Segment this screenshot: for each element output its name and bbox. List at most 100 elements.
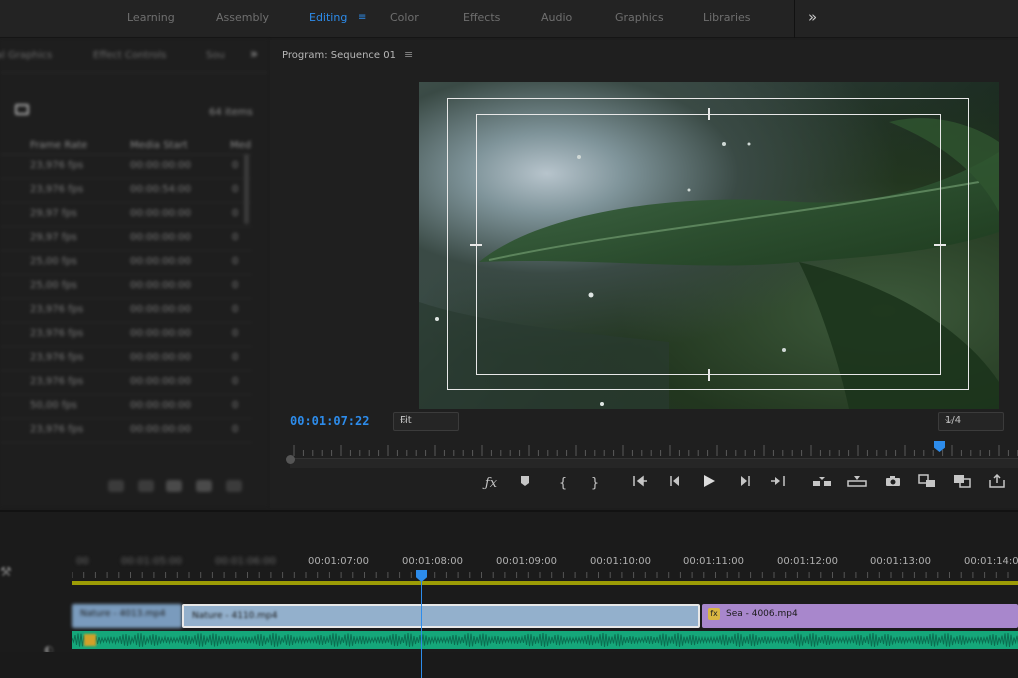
- new-bin-button[interactable]: [166, 480, 182, 492]
- audio-waveform: [72, 632, 1018, 648]
- workspace-divider: [794, 0, 795, 38]
- resolution-select[interactable]: 1/4 ⌵: [938, 412, 1004, 431]
- table-row[interactable]: 23,976 fps 00:00:00:00 0: [0, 419, 252, 443]
- table-cell: 0: [232, 424, 239, 435]
- table-cell: 29,97 fps: [30, 208, 77, 219]
- project-scrollbar[interactable]: [244, 154, 249, 224]
- table-row[interactable]: 23,976 fps 00:00:00:00 0: [0, 155, 252, 179]
- workspace-tab-editing[interactable]: Editing: [309, 11, 347, 24]
- work-area-bar[interactable]: [72, 581, 1018, 585]
- workspace-tab-learning[interactable]: Learning: [127, 11, 175, 24]
- table-row[interactable]: 25,00 fps 00:00:00:00 0: [0, 251, 252, 275]
- table-row[interactable]: 50,00 fps 00:00:00:00 0: [0, 395, 252, 419]
- table-cell: 0: [232, 328, 239, 339]
- mark-in-icon[interactable]: {: [552, 474, 574, 494]
- ruler-label: 00:01:14:00: [964, 556, 1018, 567]
- ruler-label: 00: [76, 556, 89, 567]
- workspace-overflow-icon[interactable]: »: [808, 8, 817, 26]
- workspace-bar: Learning Assembly Editing ≡ Color Effect…: [0, 0, 1018, 38]
- table-cell: 25,00 fps: [30, 256, 77, 267]
- tab-essential-graphics[interactable]: al Graphics: [0, 50, 52, 61]
- go-to-out-icon[interactable]: [767, 474, 789, 494]
- waveform-path: [72, 632, 1018, 648]
- add-marker-icon[interactable]: [514, 474, 536, 494]
- table-cell: 23,976 fps: [30, 376, 84, 387]
- export-icon[interactable]: [986, 473, 1008, 494]
- table-row[interactable]: 23,976 fps 00:00:54:00 0: [0, 179, 252, 203]
- tab-effect-controls[interactable]: Effect Controls: [93, 50, 166, 61]
- clip-name: Sea - 4006.mp4: [726, 609, 798, 619]
- table-cell: 0: [232, 184, 239, 195]
- zoom-scroll-handle[interactable]: [286, 455, 295, 464]
- center-mark-right: [934, 244, 946, 246]
- program-monitor: Program: Sequence 01 ≡ 00:01:07:22 Fit ⌵…: [270, 40, 1018, 508]
- table-cell: 23,976 fps: [30, 352, 84, 363]
- new-item-button[interactable]: [196, 480, 212, 492]
- workspace-menu-icon[interactable]: ≡: [358, 12, 366, 23]
- go-to-in-icon[interactable]: [629, 474, 651, 494]
- panel-overflow-icon[interactable]: »: [250, 47, 258, 62]
- table-row[interactable]: 23,976 fps 00:00:00:00 0: [0, 347, 252, 371]
- table-row[interactable]: 29,97 fps 00:00:00:00 0: [0, 227, 252, 251]
- video-preview[interactable]: [419, 82, 999, 409]
- playhead-timecode[interactable]: 00:01:07:22: [290, 414, 369, 428]
- table-cell: 0: [232, 208, 239, 219]
- table-row[interactable]: 29,97 fps 00:00:00:00 0: [0, 203, 252, 227]
- list-view-button[interactable]: [108, 480, 124, 492]
- timeline-playhead-line: [421, 580, 422, 678]
- table-cell: 00:00:00:00: [130, 424, 192, 435]
- column-media-start[interactable]: Media Start: [130, 140, 188, 151]
- monitor-time-ruler[interactable]: [290, 442, 1018, 456]
- zoom-select[interactable]: Fit ⌵: [393, 412, 459, 431]
- column-media-end[interactable]: Med: [230, 140, 251, 151]
- monitor-scrub-bar[interactable]: [290, 458, 1018, 468]
- column-frame-rate[interactable]: Frame Rate: [30, 140, 87, 151]
- mark-out-icon[interactable]: }: [584, 474, 606, 494]
- center-mark-bottom: [708, 369, 710, 381]
- timeline-panel: ⚒ ◐ 00:01:05:00 00:01:06:00 00:01:07:00 00:…: [0, 510, 1018, 678]
- video-track-v1: Nature - 4013.mp4 Nature - 4110.mp4 fx S…: [72, 602, 1018, 632]
- timeline-lower-tracks: [0, 652, 1018, 678]
- workspace-tab-libraries[interactable]: Libraries: [703, 11, 751, 24]
- fx-icon[interactable]: ƒx: [480, 474, 502, 494]
- comparison-view-icon[interactable]: [916, 474, 938, 494]
- workspace-tab-effects[interactable]: Effects: [463, 11, 500, 24]
- audio-track-a1[interactable]: [72, 631, 1018, 649]
- tab-source[interactable]: Sou: [206, 50, 225, 61]
- transport-controls: ƒx { }: [270, 470, 1018, 498]
- table-cell: 0: [232, 256, 239, 267]
- project-panel: al Graphics Effect Controls Sou » 64 ite…: [0, 40, 268, 506]
- step-back-icon[interactable]: [664, 474, 686, 494]
- table-cell: 0: [232, 232, 239, 243]
- video-clip[interactable]: fx Sea - 4006.mp4: [702, 604, 1018, 628]
- workspace-tab-color[interactable]: Color: [390, 11, 419, 24]
- program-monitor-title[interactable]: Program: Sequence 01: [282, 50, 396, 61]
- table-cell: 0: [232, 376, 239, 387]
- table-row[interactable]: 23,976 fps 00:00:00:00 0: [0, 323, 252, 347]
- table-row[interactable]: 23,976 fps 00:00:00:00 0: [0, 299, 252, 323]
- play-icon[interactable]: [698, 474, 720, 494]
- overwrite-icon[interactable]: [846, 474, 868, 494]
- table-row[interactable]: 23,976 fps 00:00:00:00 0: [0, 371, 252, 395]
- table-cell: 23,976 fps: [30, 424, 84, 435]
- table-cell: 50,00 fps: [30, 400, 77, 411]
- table-cell: 0: [232, 304, 239, 315]
- wrench-icon[interactable]: ⚒: [0, 565, 12, 580]
- clip-name: Nature - 4110.mp4: [192, 611, 278, 621]
- table-cell: 00:00:00:00: [130, 400, 192, 411]
- video-clip-selected[interactable]: Nature - 4110.mp4: [182, 604, 700, 628]
- panel-tab-divider: [0, 72, 268, 73]
- ruler-label: 00:01:10:00: [590, 556, 652, 567]
- table-row[interactable]: 25,00 fps 00:00:00:00 0: [0, 275, 252, 299]
- insert-icon[interactable]: [811, 474, 833, 494]
- camera-icon[interactable]: [882, 474, 904, 494]
- video-clip[interactable]: Nature - 4013.mp4: [72, 604, 182, 628]
- freeform-view-button[interactable]: [138, 480, 154, 492]
- workspace-tab-assembly[interactable]: Assembly: [216, 11, 269, 24]
- program-monitor-menu-icon[interactable]: ≡: [404, 48, 413, 61]
- clear-button[interactable]: [226, 480, 242, 492]
- multicam-icon[interactable]: [951, 474, 973, 494]
- workspace-tab-graphics[interactable]: Graphics: [615, 11, 664, 24]
- workspace-tab-audio[interactable]: Audio: [541, 11, 572, 24]
- step-forward-icon[interactable]: [734, 474, 756, 494]
